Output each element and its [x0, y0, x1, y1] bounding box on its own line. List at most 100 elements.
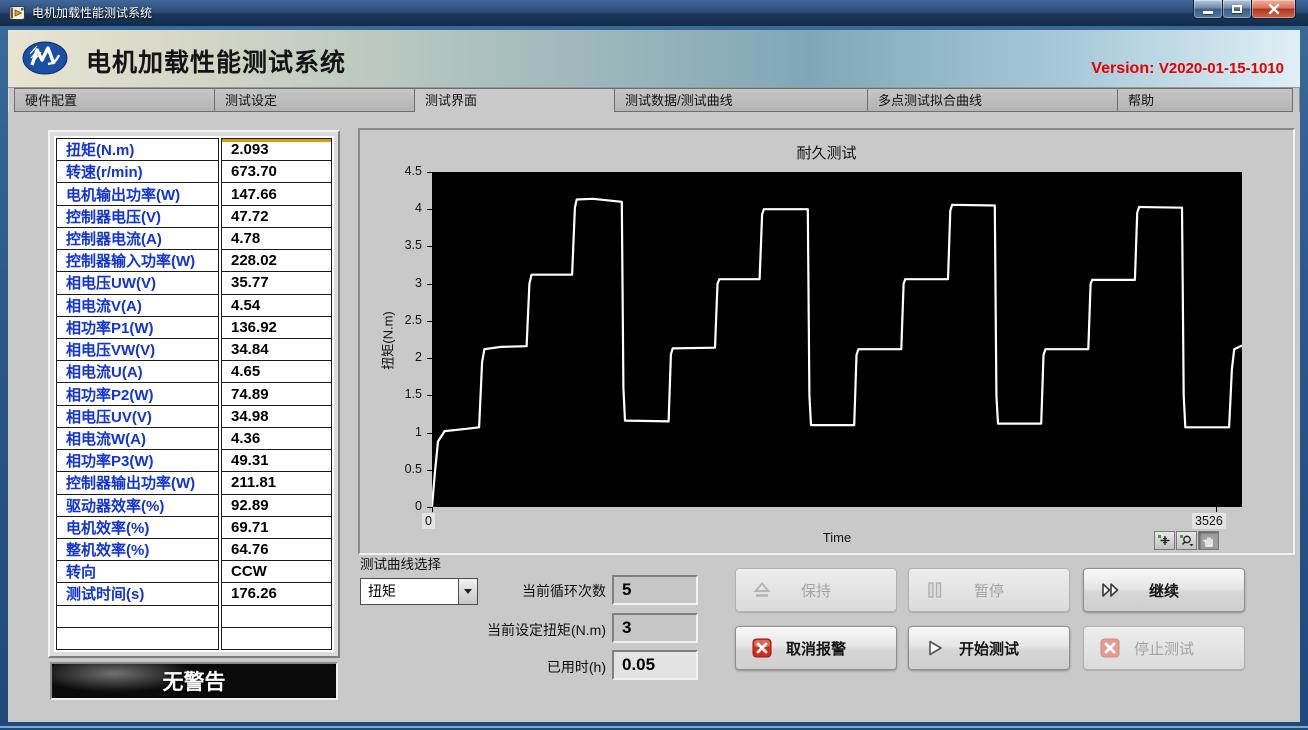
table-label-cell: 相功率P3(W)	[57, 449, 218, 471]
table-label-cell: 相电压UW(V)	[57, 271, 218, 293]
table-value-cell: 92.89	[222, 494, 331, 516]
table-value-cell: 147.66	[222, 182, 331, 204]
table-value-cell: 34.98	[222, 405, 331, 427]
table-value-cell: CCW	[222, 560, 331, 582]
y-tick-label: 2.5	[360, 313, 422, 328]
table-value-cell: 74.89	[222, 382, 331, 404]
client-area: 电机加载性能测试系统 Version: V2020-01-15-1010 硬件配…	[8, 30, 1300, 722]
version-value: V2020-01-15-1010	[1159, 60, 1284, 77]
y-tick-label: 4.5	[360, 164, 422, 179]
table-label-cell: 电机效率(%)	[57, 516, 218, 538]
table-label-cell: 扭矩(N.m)	[57, 139, 218, 160]
table-label-cell: 控制器输出功率(W)	[57, 471, 218, 493]
table-label-cell: 相电流U(A)	[57, 360, 218, 382]
y-tick-mark	[427, 209, 432, 210]
tab-5[interactable]: 多点测试拟合曲线	[867, 88, 1117, 112]
resume-button[interactable]: 继续	[1083, 568, 1245, 612]
table-value-cell: 176.26	[222, 582, 331, 604]
app-window: 电机加载性能测试系统 电机加载性能测试系统	[0, 0, 1308, 730]
titlebar: 电机加载性能测试系统	[0, 0, 1308, 26]
measurement-table: 扭矩(N.m)转速(r/min)电机输出功率(W)控制器电压(V)控制器电流(A…	[54, 136, 334, 652]
y-tick-mark	[427, 284, 432, 285]
graph-tool-palette	[1154, 531, 1219, 550]
chart-plot-area[interactable]	[432, 172, 1242, 507]
y-tick-mark	[427, 172, 432, 173]
table-value-cell: 211.81	[222, 471, 331, 493]
table-label-cell: 控制器电流(A)	[57, 227, 218, 249]
measurement-value-column: 2.093673.70147.6647.724.78228.0235.774.5…	[221, 138, 332, 650]
y-tick-label: 0.5	[360, 462, 422, 477]
eject-icon	[751, 579, 773, 601]
zoom-tool-icon[interactable]	[1176, 531, 1197, 550]
table-label-cell: 控制器电压(V)	[57, 205, 218, 227]
table-value-cell	[222, 605, 331, 627]
table-label-cell: 转向	[57, 560, 218, 582]
endurance-chart-panel: 耐久测试 扭矩(N.m) Time	[358, 128, 1295, 555]
y-tick-label: 2	[360, 350, 422, 365]
y-tick-label: 4	[360, 201, 422, 216]
cancel-alarm-button[interactable]: 取消报警	[735, 626, 897, 670]
table-value-cell: 4.78	[222, 227, 331, 249]
x-axis-min-label[interactable]: 0	[422, 513, 435, 529]
chart-x-axis-label: Time	[432, 530, 1242, 545]
table-label-cell: 相功率P1(W)	[57, 316, 218, 338]
table-label-cell: 测试时间(s)	[57, 582, 218, 604]
cursor-tool-icon[interactable]	[1154, 531, 1175, 550]
warning-indicator-frame: 无警告	[50, 662, 338, 700]
alarm-cancel-icon	[751, 637, 773, 659]
table-value-cell: 64.76	[222, 538, 331, 560]
y-tick-label: 3.5	[360, 238, 422, 253]
close-button[interactable]	[1251, 0, 1296, 19]
y-tick-label: 1.5	[360, 387, 422, 402]
minimize-button[interactable]	[1193, 0, 1223, 19]
table-value-cell: 136.92	[222, 316, 331, 338]
table-label-cell: 相电流V(A)	[57, 294, 218, 316]
table-label-cell	[57, 627, 218, 649]
header-banner: 电机加载性能测试系统 Version: V2020-01-15-1010	[8, 30, 1300, 88]
tab-3[interactable]: 测试界面	[414, 88, 614, 112]
y-tick-mark	[427, 246, 432, 247]
table-label-cell: 驱动器效率(%)	[57, 494, 218, 516]
y-tick-label: 3	[360, 276, 422, 291]
table-label-cell: 转速(r/min)	[57, 160, 218, 182]
table-value-cell: 2.093	[222, 139, 331, 160]
close-icon	[1268, 3, 1280, 15]
window-title: 电机加载性能测试系统	[32, 0, 152, 26]
table-value-cell: 4.54	[222, 294, 331, 316]
x-axis-max-label[interactable]: 3526	[1192, 513, 1226, 529]
table-value-cell: 228.02	[222, 249, 331, 271]
company-logo-icon	[22, 40, 68, 81]
y-tick-label: 1	[360, 425, 422, 440]
y-tick-mark	[427, 395, 432, 396]
chart-y-axis-label: 扭矩(N.m)	[378, 281, 397, 401]
pan-tool-icon[interactable]	[1198, 531, 1219, 550]
table-label-cell: 电机输出功率(W)	[57, 182, 218, 204]
maximize-button[interactable]	[1222, 0, 1252, 19]
tab-6[interactable]: 帮助	[1117, 88, 1293, 112]
table-value-cell: 47.72	[222, 205, 331, 227]
torque-trace	[432, 199, 1242, 507]
pause-button[interactable]: 暂停	[908, 568, 1070, 612]
table-value-cell: 4.65	[222, 360, 331, 382]
app-title: 电机加载性能测试系统	[86, 43, 346, 79]
set-torque-value: 3	[612, 613, 698, 643]
x-tick-mark	[1216, 507, 1217, 512]
table-label-cell: 相功率P2(W)	[57, 382, 218, 404]
tab-2[interactable]: 测试设定	[214, 88, 414, 112]
table-label-cell: 相电压UV(V)	[57, 405, 218, 427]
elapsed-time-value: 0.05	[612, 650, 698, 680]
measurement-table-panel: 扭矩(N.m)转速(r/min)电机输出功率(W)控制器电压(V)控制器电流(A…	[48, 130, 340, 658]
stop-icon	[1099, 637, 1121, 659]
play-icon	[924, 637, 946, 659]
cycle-count-label: 当前循环次数	[456, 581, 606, 601]
start-test-button[interactable]: 开始测试	[908, 626, 1070, 670]
stop-test-button[interactable]: 停止测试	[1083, 626, 1245, 670]
tab-1[interactable]: 硬件配置	[14, 88, 214, 112]
tab-4[interactable]: 测试数据/测试曲线	[614, 88, 867, 112]
y-tick-label: 0	[360, 499, 422, 514]
table-value-cell: 69.71	[222, 516, 331, 538]
x-tick-mark	[432, 507, 433, 512]
hold-button[interactable]: 保持	[735, 568, 897, 612]
fast-forward-icon	[1099, 579, 1123, 601]
window-controls	[1194, 0, 1296, 19]
